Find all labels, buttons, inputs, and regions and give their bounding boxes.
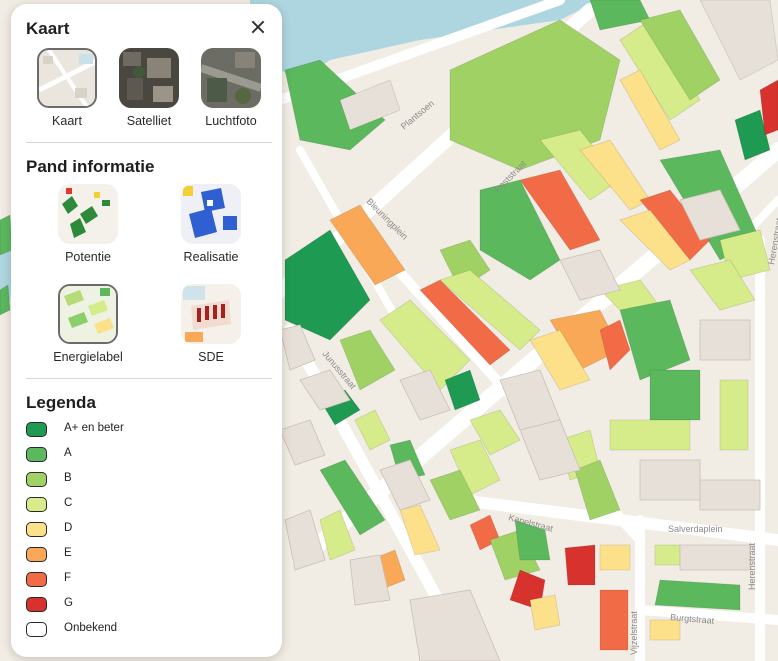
- street-label-salverdaplein: Salverdaplein: [668, 524, 723, 534]
- building-footprint[interactable]: [654, 579, 741, 611]
- legend-label: Onbekend: [64, 622, 118, 634]
- tile-energielabel-label: Energielabel: [53, 350, 123, 364]
- tile-satelliet[interactable]: Satelliet: [119, 48, 179, 128]
- legend-label: F: [64, 572, 72, 584]
- building-footprint[interactable]: [599, 589, 629, 651]
- tile-realisatie[interactable]: Realisatie: [181, 184, 241, 264]
- building-footprint[interactable]: [719, 379, 749, 451]
- legend-swatch: [26, 497, 47, 512]
- street-label-vijzelstraat: Vijzelstraat: [629, 611, 639, 655]
- legend-swatch: [26, 472, 47, 487]
- building-footprint[interactable]: [529, 594, 561, 631]
- legend-label: G: [64, 597, 73, 609]
- potentie-thumbnail[interactable]: [58, 184, 118, 244]
- realisatie-thumbnail[interactable]: [181, 184, 241, 244]
- legend-label: B: [64, 472, 72, 484]
- tile-energielabel[interactable]: Energielabel: [53, 284, 123, 364]
- building-footprint[interactable]: [699, 319, 751, 361]
- map-settings-panel: Kaart Kaart Satelliet Luchtfoto Pand inf…: [11, 4, 282, 657]
- tile-sde-label: SDE: [198, 350, 224, 364]
- building-footprint[interactable]: [609, 419, 691, 451]
- tile-potentie[interactable]: Potentie: [58, 184, 118, 264]
- legend-title: Legenda: [26, 393, 96, 412]
- pand-section-title: Pand informatie: [26, 157, 155, 176]
- legend-label: E: [64, 547, 72, 559]
- kaart-thumbnail[interactable]: [37, 48, 97, 108]
- tile-potentie-label: Potentie: [65, 250, 111, 264]
- legend-label: A+ en beter: [64, 422, 124, 434]
- legend-swatch: [26, 522, 47, 537]
- building-footprint[interactable]: [699, 479, 761, 511]
- legend-label: C: [64, 497, 73, 509]
- legend-swatch: [26, 422, 47, 437]
- section-divider: [26, 142, 272, 143]
- tile-luchtfoto[interactable]: Luchtfoto: [201, 48, 261, 128]
- building-footprint[interactable]: [654, 544, 681, 566]
- legend-swatch: [26, 597, 47, 612]
- building-footprint[interactable]: [599, 544, 631, 571]
- legend-swatch: [26, 547, 47, 562]
- building-footprint[interactable]: [564, 544, 596, 586]
- legend-label: D: [64, 522, 73, 534]
- satelliet-thumbnail[interactable]: [119, 48, 179, 108]
- tile-luchtfoto-label: Luchtfoto: [205, 114, 257, 128]
- energielabel-thumbnail[interactable]: [58, 284, 118, 344]
- section-divider: [26, 378, 272, 379]
- tile-realisatie-label: Realisatie: [183, 250, 239, 264]
- building-footprint[interactable]: [649, 619, 681, 641]
- luchtfoto-thumbnail[interactable]: [201, 48, 261, 108]
- legend-label: A: [64, 447, 72, 459]
- kaart-section-title: Kaart: [26, 19, 70, 38]
- building-footprint[interactable]: [679, 544, 751, 571]
- close-icon[interactable]: [248, 17, 268, 37]
- building-footprint[interactable]: [639, 459, 701, 501]
- tile-kaart[interactable]: Kaart: [37, 48, 97, 128]
- legend-swatch: [26, 447, 47, 462]
- legend-swatch: [26, 572, 47, 587]
- building-footprint[interactable]: [0, 284, 11, 316]
- sde-thumbnail[interactable]: [181, 284, 241, 344]
- tile-sde[interactable]: SDE: [181, 284, 241, 364]
- legend-swatch: [26, 622, 47, 637]
- building-footprint[interactable]: [649, 369, 701, 421]
- street-label-herenstraat-south: Herenstraat: [747, 542, 757, 590]
